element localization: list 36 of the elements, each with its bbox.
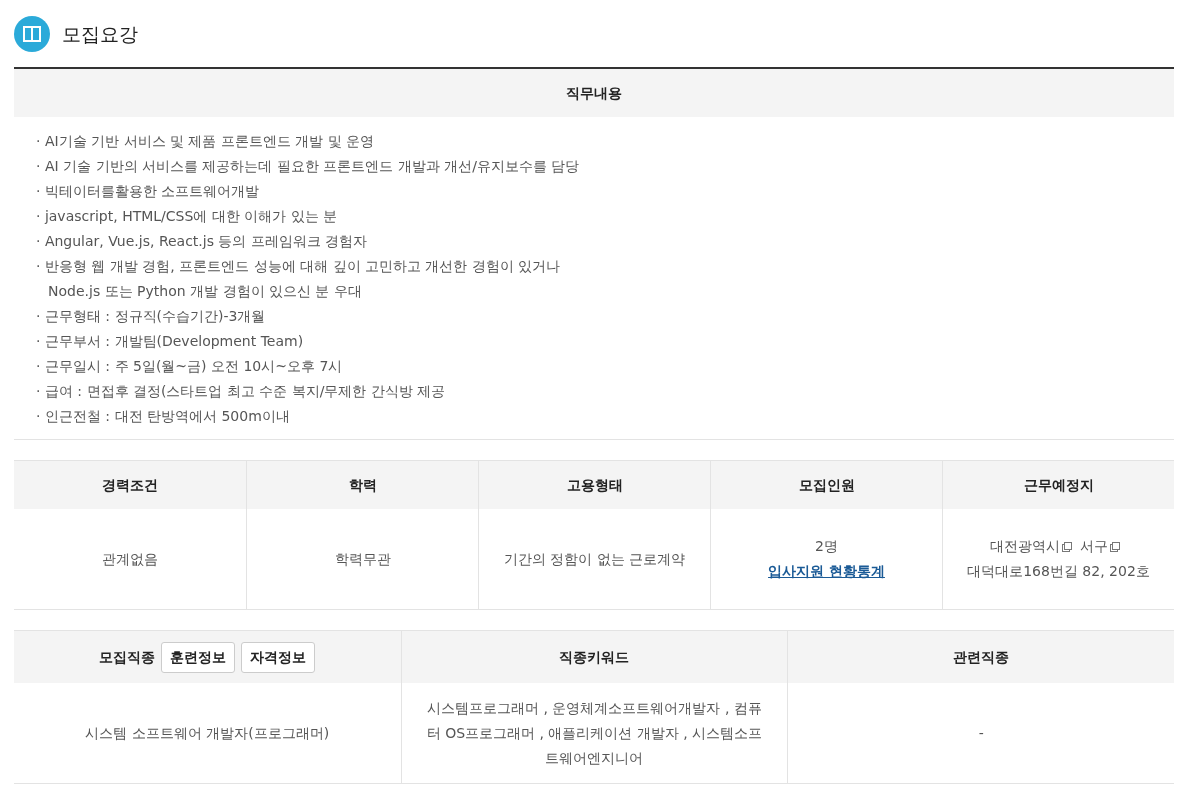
list-item: · 반응형 웹 개발 경험, 프론트엔드 성능에 대해 깊이 고민하고 개선한 경험이 있거나 <box>36 257 562 276</box>
column-header: 고용형태 <box>478 461 710 509</box>
column-header: 학력 <box>246 461 478 509</box>
table-cell: 학력무관 <box>246 509 478 609</box>
list-item: · 근무일시 : 주 5일(월~금) 오전 10시~오후 7시 <box>36 357 344 376</box>
location-text: 서구 <box>1079 536 1108 556</box>
list-item: · 근무형태 : 정규직(수습기간)-3개월 <box>36 307 267 326</box>
column-header: 직종키워드 <box>559 647 630 667</box>
info-button[interactable]: 훈련정보 <box>161 641 236 673</box>
table-cell: 기간의 정함이 없는 근로계약 <box>478 509 710 609</box>
book-icon <box>14 16 50 52</box>
column-header: 관련직종 <box>953 647 1010 667</box>
list-item: · AI기술 기반 서비스 및 제품 프론트엔드 개발 및 운영 <box>36 132 376 151</box>
list-item: · javascript, HTML/CSS에 대한 이해가 있는 분 <box>36 207 339 226</box>
table-cell-text: 시스템프로그래머 , 운영체계소프트웨어개발자 , 컴퓨터 OS프로그래머 , 애플리케이션 개발자 , 시스템소프트웨어엔지니어 <box>425 698 764 768</box>
statistics-link[interactable]: 입사지원 현황통계 <box>768 559 885 584</box>
column-header: 모집인원 <box>710 461 942 509</box>
list-item: · 급여 : 면접후 결정(스타트업 최고 수준 복지/무제한 간식방 제공 <box>36 382 447 401</box>
list-item: · AI 기술 기반의 서비스를 제공하는데 필요한 프론트엔드 개발과 개선/유지보수를 담당 <box>36 157 581 176</box>
table-cell-text: 시스템 소프트웨어 개발자(프로그래머) <box>85 723 330 743</box>
list-item: · 빅테이터를활용한 소프트웨어개발 <box>36 182 261 201</box>
table-cell-text: - <box>978 723 984 743</box>
list-item: · Angular, Vue.js, React.js 등의 프레임워크 경험자 <box>36 232 369 251</box>
list-item: · 인근전철 : 대전 탄방역에서 500m이내 <box>36 407 291 426</box>
location-text: 대덕대로168번길 82, 202호 <box>967 562 1150 582</box>
column-header: 모집직종 <box>99 647 156 667</box>
column-header: 경력조건 <box>14 461 246 509</box>
info-button[interactable]: 자격정보 <box>241 641 316 673</box>
list-item: Node.js 또는 Python 개발 경험이 있으신 분 우대 <box>47 282 363 301</box>
section-title: 모집요강 <box>62 21 138 47</box>
table-cell-text: 관계없음 <box>101 549 159 569</box>
table-cell-text: 2명 <box>815 537 838 556</box>
table-header: 직무내용 <box>14 69 1174 117</box>
location-text: 대전광역시 <box>989 536 1060 556</box>
list-item: · 근무부서 : 개발팀(Development Team) <box>36 332 305 351</box>
column-header: 근무예정지 <box>942 461 1174 509</box>
